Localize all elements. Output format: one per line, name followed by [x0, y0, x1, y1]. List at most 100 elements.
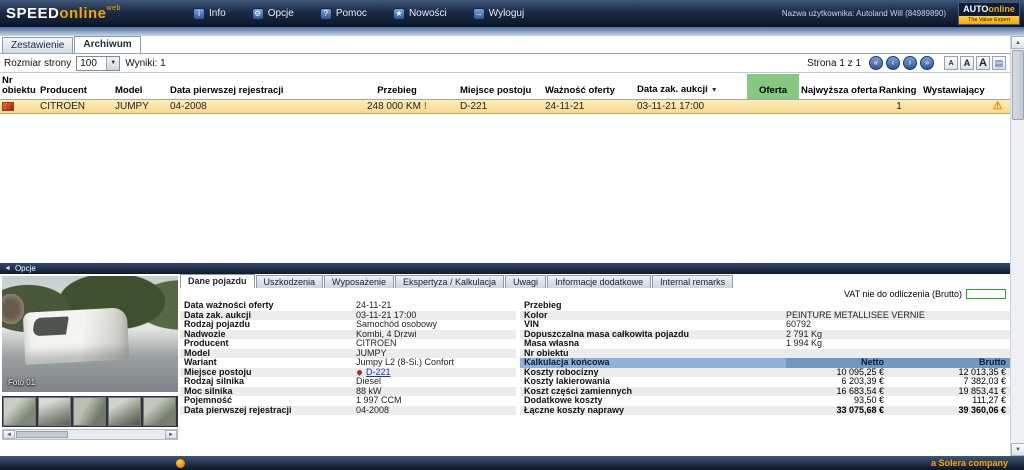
col-header-data-rejestracji[interactable]: Data pierwszej rejestracji — [168, 74, 336, 100]
col-header-oferta[interactable]: Oferta — [747, 74, 799, 100]
vat-input[interactable] — [966, 289, 1006, 299]
prev-page-button[interactable]: ‹ — [886, 56, 900, 70]
header-gradient-strip — [0, 27, 1024, 36]
calc-row: Koszty robocizny10 095,25 €12 013,35 € — [520, 368, 1010, 378]
page-size-value: 100 — [77, 58, 106, 69]
sort-desc-icon: ▼ — [711, 87, 718, 94]
calc-brutto-header: Brutto — [886, 358, 1010, 368]
filmstrip-scroll-left-icon[interactable]: ◄ — [3, 430, 15, 439]
detail-row: Dopuszczalna masa całkowita pojazdu2 791… — [520, 330, 1010, 340]
location-link[interactable]: D-221 — [366, 368, 391, 377]
logo-online-text: online — [59, 5, 106, 22]
col-header-ranking[interactable]: Ranking — [877, 74, 921, 100]
col-header-miejsce-postoju[interactable]: Miejsce postoju — [458, 74, 543, 100]
detail-row: Masa własna1 994 Kg — [520, 339, 1010, 349]
col-header-label: Data zak. aukcji — [637, 84, 708, 95]
footer-status-icon — [176, 459, 185, 468]
cell-producent: CITROEN — [38, 100, 113, 114]
photo-thumbnail-5[interactable] — [143, 397, 176, 426]
scrollbar-thumb[interactable] — [1012, 50, 1024, 120]
brand-online-text: online — [988, 4, 1015, 14]
brand-tagline: The Value Expert — [959, 16, 1019, 24]
vehicle-photo[interactable]: Foto 01 — [2, 276, 178, 392]
menu-item-label: Info — [209, 8, 226, 19]
detail-row: Data pierwszej rejestracji04-2008 — [180, 406, 516, 416]
tab-dane-pojazdu[interactable]: Dane pojazdu — [180, 274, 255, 288]
cell-data-rejestracji: 04-2008 — [168, 100, 336, 114]
col-header-wystawiajacy[interactable]: Wystawiający — [921, 74, 985, 100]
col-header-waznosc-oferty[interactable]: Ważność oferty — [543, 74, 635, 100]
menu-item-pomoc[interactable]: ?Pomoc — [320, 8, 367, 20]
detail-row: NadwozieKombi, 4 Drzwi — [180, 330, 516, 340]
detail-row: Moc silnika88 kW — [180, 387, 516, 397]
filmstrip-scroll-thumb[interactable] — [16, 431, 68, 438]
col-header-producent[interactable]: Producent — [38, 74, 113, 100]
toolbar-left: Rozmiar strony 100 ▼ Wyniki: 1 — [4, 56, 166, 71]
autoonline-logo: AUTOonline The Value Expert — [958, 2, 1020, 25]
details-left-column: Data ważności oferty24-11-21 Data zak. a… — [180, 301, 516, 415]
results-table: Nr obiektu Producent Model Data pierwsze… — [0, 74, 1010, 114]
page-size-label: Rozmiar strony — [4, 58, 71, 69]
cell-przebieg: 248 000 KM ! — [336, 100, 458, 114]
font-size-large-button[interactable]: A — [976, 56, 990, 70]
tab-archiwum[interactable]: Archiwum — [74, 36, 140, 53]
main-tabs: Zestawienie Archiwum — [2, 36, 141, 53]
user-label: Nazwa użytkownika: — [782, 9, 854, 18]
collapse-panel-icon[interactable]: ◄ — [4, 265, 11, 272]
location-pin-icon — [356, 368, 363, 375]
calc-row: Koszty lakierowania6 203,39 €7 382,03 € — [520, 377, 1010, 387]
photo-thumbnail-2[interactable] — [38, 397, 71, 426]
info-icon: i — [193, 8, 205, 20]
photo-van-windshield — [32, 316, 69, 336]
menu-item-opcje[interactable]: ⚙Opcje — [252, 8, 294, 20]
next-page-button[interactable]: › — [903, 56, 917, 70]
options-panel-header: ◄ Opcje — [0, 263, 1024, 274]
menu-item-nowosci[interactable]: ★Nowości — [393, 8, 447, 20]
col-header-najwyzsza-oferta[interactable]: Najwyższa oferta — [799, 74, 877, 100]
cell-nr-obiektu — [0, 100, 38, 114]
tab-uwagi[interactable]: Uwagi — [505, 275, 546, 288]
vertical-scrollbar[interactable]: ▲ ▼ — [1010, 36, 1024, 456]
row-thumbnail[interactable] — [2, 102, 14, 111]
tab-informacje-dodatkowe[interactable]: Informacje dodatkowe — [547, 275, 651, 288]
menu-item-info[interactable]: i Info — [193, 8, 226, 20]
result-row[interactable]: CITROEN JUMPY 04-2008 248 000 KM ! D-221… — [0, 100, 1010, 114]
filmstrip-scroll-right-icon[interactable]: ► — [165, 430, 177, 439]
photo-thumbnail-4[interactable] — [108, 397, 141, 426]
tab-zestawienie[interactable]: Zestawienie — [2, 37, 73, 53]
last-page-button[interactable]: » — [920, 56, 934, 70]
menu-item-wyloguj[interactable]: →Wyloguj — [473, 8, 524, 20]
results-toolbar: Rozmiar strony 100 ▼ Wyniki: 1 Strona 1 … — [0, 54, 1010, 73]
tab-wyposazenie[interactable]: Wyposażenie — [324, 275, 394, 288]
col-header-przebieg[interactable]: Przebieg — [336, 74, 458, 100]
col-header-nr-obiektu[interactable]: Nr obiektu — [0, 74, 38, 100]
cell-waznosc-oferty: 24-11-21 — [543, 100, 635, 114]
font-size-small-button[interactable]: A — [944, 56, 958, 70]
export-button[interactable]: ▤ — [992, 56, 1006, 70]
mileage-warning-icon: ! — [424, 101, 427, 112]
tab-internal-remarks[interactable]: Internal remarks — [652, 275, 733, 288]
cell-oferta — [747, 100, 799, 114]
user-name: Autoland Will (84989890) — [856, 9, 946, 18]
page-indicator: Strona 1 z 1 — [807, 58, 861, 69]
photo-thumbnail-1[interactable] — [3, 397, 36, 426]
solera-brand: a Solera company — [931, 458, 1008, 468]
page-size-select[interactable]: 100 ▼ — [76, 56, 120, 71]
detail-row: ModelJUMPY — [180, 349, 516, 359]
scroll-up-icon[interactable]: ▲ — [1011, 36, 1024, 49]
col-header-model[interactable]: Model — [113, 74, 168, 100]
col-header-data-zak-aukcji[interactable]: Data zak. aukcji▼ — [635, 74, 747, 100]
mileage-value: 248 000 KM — [367, 101, 421, 112]
tab-ekspertyza-kalkulacja[interactable]: Ekspertyza / Kalkulacja — [395, 275, 504, 288]
font-size-medium-button[interactable]: A — [960, 56, 974, 70]
first-page-button[interactable]: « — [869, 56, 883, 70]
brand-auto-text: AUTO — [963, 4, 988, 14]
tab-uszkodzenia[interactable]: Uszkodzenia — [256, 275, 324, 288]
cell-ranking: 1 — [877, 100, 921, 114]
help-icon: ? — [320, 8, 332, 20]
gear-icon: ⚙ — [252, 8, 264, 20]
photo-thumbnail-3[interactable] — [73, 397, 106, 426]
top-menu: i Info ⚙Opcje ?Pomoc ★Nowości →Wyloguj — [193, 0, 524, 27]
scroll-down-icon[interactable]: ▼ — [1011, 443, 1024, 456]
col-header-warning — [985, 74, 1010, 100]
